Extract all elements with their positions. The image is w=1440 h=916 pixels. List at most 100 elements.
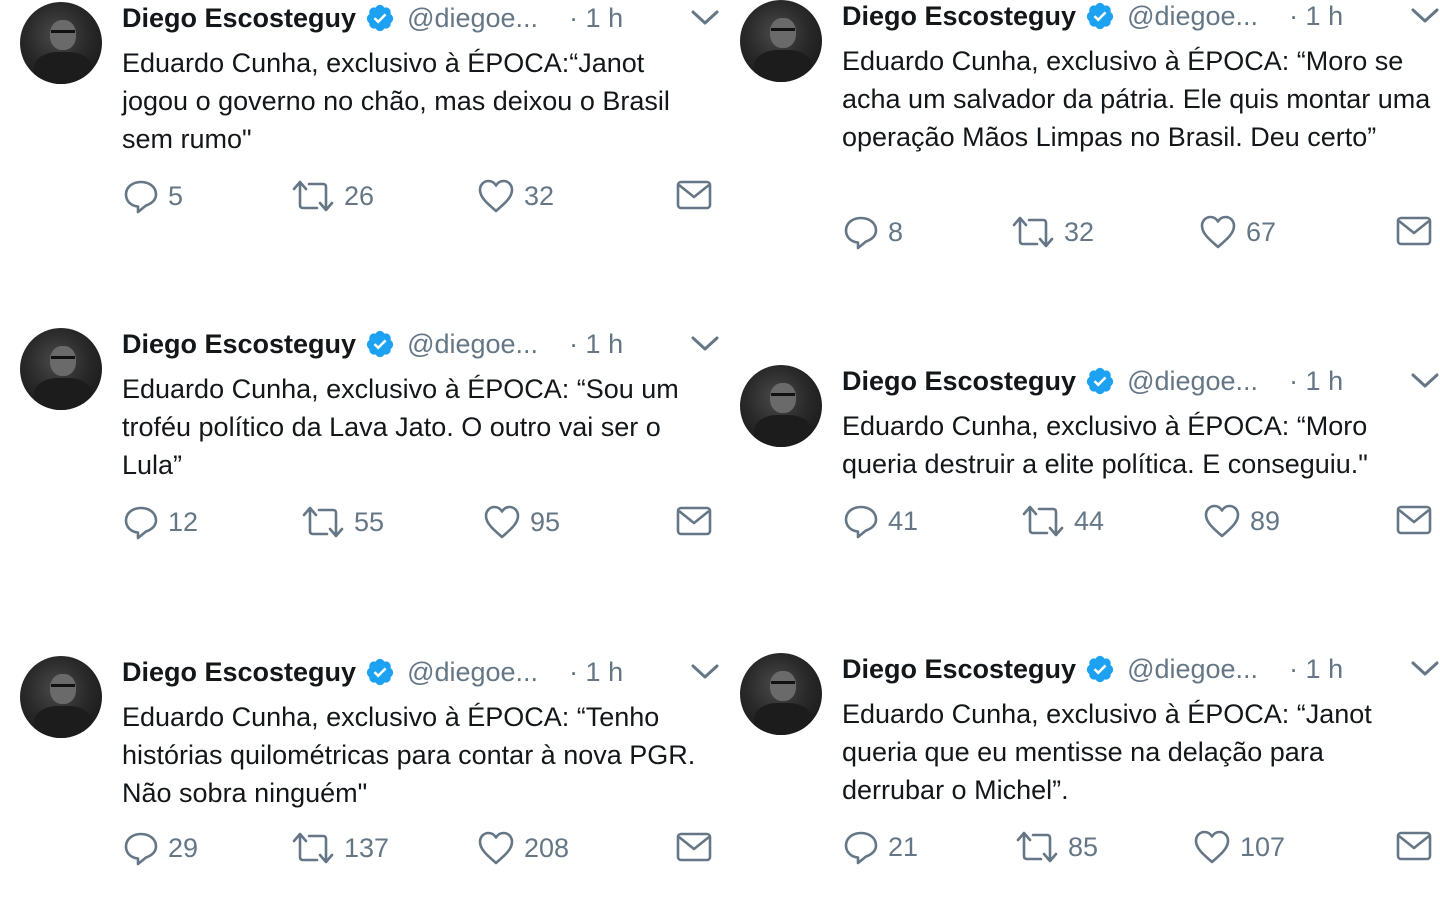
retweet-count: 44 bbox=[1074, 505, 1105, 536]
avatar[interactable] bbox=[740, 0, 822, 82]
tweet-timestamp[interactable]: · 1 h bbox=[569, 3, 623, 34]
verified-badge-icon bbox=[366, 330, 394, 358]
like-button[interactable]: 208 bbox=[476, 828, 569, 868]
reply-count: 8 bbox=[888, 216, 904, 247]
retweet-button[interactable]: 55 bbox=[300, 502, 384, 542]
verified-badge-icon bbox=[1086, 367, 1114, 395]
author-handle[interactable]: @diegoe... bbox=[1127, 366, 1267, 397]
tweet-timestamp[interactable]: · 1 h bbox=[1289, 1, 1343, 32]
tweet-header: Diego Escosteguy @diegoe... · 1 h bbox=[842, 0, 1440, 34]
reply-count: 29 bbox=[168, 832, 199, 863]
reply-icon bbox=[124, 180, 158, 214]
like-count: 89 bbox=[1250, 505, 1281, 536]
tweet[interactable]: Diego Escosteguy @diegoe... · 1 h Eduard… bbox=[740, 653, 1440, 913]
heart-icon bbox=[1200, 215, 1236, 249]
reply-button[interactable]: 5 bbox=[122, 176, 183, 216]
retweet-button[interactable]: 137 bbox=[290, 828, 389, 868]
avatar[interactable] bbox=[20, 656, 102, 738]
author-handle[interactable]: @diegoe... bbox=[407, 329, 547, 360]
tweet[interactable]: Diego Escosteguy @diegoe... · 1 h Eduard… bbox=[20, 328, 720, 588]
chevron-down-icon[interactable] bbox=[1410, 4, 1440, 28]
like-count: 107 bbox=[1240, 831, 1286, 862]
tweet-actions: 5 26 32 bbox=[122, 176, 712, 216]
tweet[interactable]: Diego Escosteguy @diegoe... · 1 h Eduard… bbox=[20, 656, 720, 916]
reply-icon bbox=[844, 831, 878, 865]
tweet-timestamp[interactable]: · 1 h bbox=[569, 657, 623, 688]
reply-button[interactable]: 21 bbox=[842, 827, 918, 867]
tweet-text: Eduardo Cunha, exclusivo à ÉPOCA: “Tenho… bbox=[122, 702, 696, 808]
like-count: 67 bbox=[1246, 216, 1277, 247]
tweet[interactable]: Diego Escosteguy @diegoe... · 1 h Eduard… bbox=[740, 365, 1440, 625]
author-handle[interactable]: @diegoe... bbox=[1127, 654, 1267, 685]
author-handle[interactable]: @diegoe... bbox=[407, 657, 547, 688]
like-button[interactable]: 95 bbox=[482, 502, 560, 542]
author-name[interactable]: Diego Escosteguy bbox=[122, 3, 356, 34]
retweet-button[interactable]: 26 bbox=[290, 176, 374, 216]
tweet-timestamp[interactable]: · 1 h bbox=[569, 329, 623, 360]
envelope-icon[interactable] bbox=[676, 178, 712, 212]
avatar[interactable] bbox=[20, 328, 102, 410]
like-button[interactable]: 89 bbox=[1202, 501, 1280, 541]
verified-badge-icon bbox=[366, 4, 394, 32]
author-name[interactable]: Diego Escosteguy bbox=[122, 657, 356, 688]
tweet-actions: 8 32 67 bbox=[842, 212, 1432, 252]
reply-count: 5 bbox=[168, 180, 184, 211]
avatar[interactable] bbox=[20, 2, 102, 84]
retweet-button[interactable]: 85 bbox=[1014, 827, 1098, 867]
author-name[interactable]: Diego Escosteguy bbox=[842, 366, 1076, 397]
tweet-actions: 21 85 107 bbox=[842, 827, 1432, 867]
retweet-count: 32 bbox=[1064, 216, 1095, 247]
tweet-header: Diego Escosteguy @diegoe... · 1 h bbox=[122, 654, 722, 690]
tweet-timestamp[interactable]: · 1 h bbox=[1289, 366, 1343, 397]
reply-button[interactable]: 12 bbox=[122, 502, 198, 542]
tweet-text: Eduardo Cunha, exclusivo à ÉPOCA: “Janot… bbox=[842, 699, 1372, 805]
reply-button[interactable]: 8 bbox=[842, 212, 903, 252]
like-count: 208 bbox=[524, 832, 570, 863]
heart-icon bbox=[478, 831, 514, 865]
tweet-actions: 41 44 89 bbox=[842, 501, 1432, 541]
author-handle[interactable]: @diegoe... bbox=[407, 3, 547, 34]
envelope-icon[interactable] bbox=[676, 830, 712, 864]
tweet-actions: 29 137 208 bbox=[122, 828, 712, 868]
retweet-count: 55 bbox=[354, 506, 385, 537]
chevron-down-icon[interactable] bbox=[1410, 657, 1440, 681]
chevron-down-icon[interactable] bbox=[690, 332, 720, 356]
envelope-icon[interactable] bbox=[1396, 829, 1432, 863]
like-button[interactable]: 67 bbox=[1198, 212, 1276, 252]
tweet[interactable]: Diego Escosteguy @diegoe... · 1 h Eduard… bbox=[20, 2, 720, 262]
chevron-down-icon[interactable] bbox=[1410, 369, 1440, 393]
reply-icon bbox=[124, 832, 158, 866]
tweet-actions: 12 55 95 bbox=[122, 502, 712, 542]
like-button[interactable]: 107 bbox=[1192, 827, 1285, 867]
author-name[interactable]: Diego Escosteguy bbox=[122, 329, 356, 360]
envelope-icon[interactable] bbox=[1396, 214, 1432, 248]
author-name[interactable]: Diego Escosteguy bbox=[842, 1, 1076, 32]
tweet-header: Diego Escosteguy @diegoe... · 1 h bbox=[842, 651, 1440, 687]
reply-button[interactable]: 29 bbox=[122, 828, 198, 868]
reply-button[interactable]: 41 bbox=[842, 501, 918, 541]
avatar[interactable] bbox=[740, 365, 822, 447]
heart-icon bbox=[478, 179, 514, 213]
tweet-text: Eduardo Cunha, exclusivo à ÉPOCA:“Janot … bbox=[122, 48, 670, 154]
tweet-text: Eduardo Cunha, exclusivo à ÉPOCA: “Moro … bbox=[842, 46, 1431, 152]
retweet-button[interactable]: 32 bbox=[1010, 212, 1094, 252]
like-button[interactable]: 32 bbox=[476, 176, 554, 216]
retweet-icon bbox=[292, 180, 334, 212]
like-count: 95 bbox=[530, 506, 561, 537]
reply-icon bbox=[844, 505, 878, 539]
author-name[interactable]: Diego Escosteguy bbox=[842, 654, 1076, 685]
avatar[interactable] bbox=[740, 653, 822, 735]
tweet-header: Diego Escosteguy @diegoe... · 1 h bbox=[842, 363, 1440, 399]
tweet-timestamp[interactable]: · 1 h bbox=[1289, 654, 1343, 685]
chevron-down-icon[interactable] bbox=[690, 660, 720, 684]
reply-count: 12 bbox=[168, 506, 199, 537]
retweet-icon bbox=[1012, 216, 1054, 248]
retweet-icon bbox=[302, 506, 344, 538]
author-handle[interactable]: @diegoe... bbox=[1127, 1, 1267, 32]
reply-count: 41 bbox=[888, 505, 919, 536]
envelope-icon[interactable] bbox=[1396, 503, 1432, 537]
envelope-icon[interactable] bbox=[676, 504, 712, 538]
chevron-down-icon[interactable] bbox=[690, 6, 720, 30]
tweet[interactable]: Diego Escosteguy @diegoe... · 1 h Eduard… bbox=[740, 0, 1440, 260]
retweet-button[interactable]: 44 bbox=[1020, 501, 1104, 541]
